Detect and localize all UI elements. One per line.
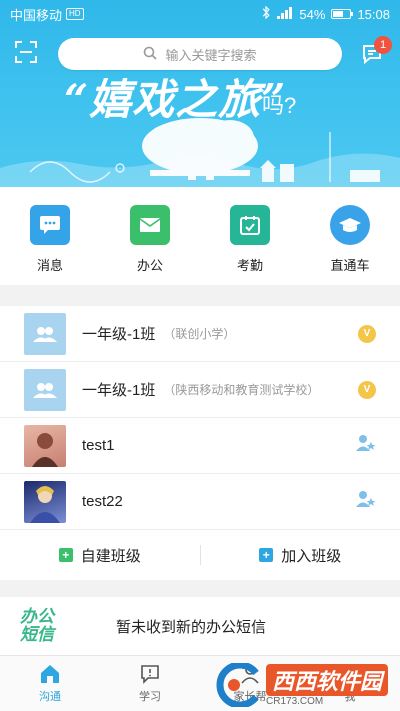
quick-action-label: 办公 bbox=[136, 258, 163, 273]
office-sms-logo: 办公 短信 bbox=[20, 608, 74, 644]
quick-action-office[interactable]: 办公 bbox=[110, 205, 190, 285]
contact-row[interactable]: test1 bbox=[0, 418, 400, 474]
class-actions: + 自建班级 + 加入班级 bbox=[0, 530, 400, 580]
office-sms-logo-line1: 办公 bbox=[20, 607, 54, 626]
vip-badge: V bbox=[358, 324, 376, 343]
class-school: （联创小学） bbox=[163, 327, 236, 341]
create-class-label: 自建班级 bbox=[80, 547, 141, 565]
class-row[interactable]: 一年级-1班 （联创小学） V bbox=[0, 306, 400, 362]
battery-icon bbox=[331, 9, 354, 19]
header-banner: 中国移动 HD 54% 15:08 输入关键字搜索 1 “嬉戏之旅” 吗? bbox=[0, 0, 400, 187]
message-count-badge: 1 bbox=[374, 36, 392, 54]
contact-star-icon[interactable] bbox=[356, 434, 376, 457]
tab-label: 沟通 bbox=[39, 691, 61, 703]
bluetooth-icon bbox=[261, 5, 271, 22]
contact-name: test1 bbox=[82, 437, 115, 454]
join-class-button[interactable]: + 加入班级 bbox=[201, 545, 400, 566]
home-icon bbox=[41, 665, 59, 683]
watermark: 西西软件园 CR173.COM bbox=[212, 663, 389, 707]
class-name: 一年级-1班 bbox=[82, 382, 156, 399]
class-name: 一年级-1班 bbox=[82, 326, 156, 343]
quick-actions: 消息 办公 考勤 直通车 bbox=[0, 187, 400, 285]
office-sms-logo-line2: 短信 bbox=[20, 625, 54, 644]
chat-icon bbox=[30, 205, 70, 245]
chat-bubble-icon bbox=[141, 665, 159, 684]
quick-action-label: 考勤 bbox=[236, 258, 263, 273]
clock-time: 15:08 bbox=[357, 6, 390, 22]
class-group-icon bbox=[24, 368, 66, 411]
quick-action-label: 直通车 bbox=[330, 258, 370, 273]
watermark-title: 西西软件园 bbox=[266, 663, 389, 696]
contact-row[interactable]: test22 bbox=[0, 474, 400, 530]
class-group-icon bbox=[24, 312, 66, 355]
quick-action-attendance[interactable]: 考勤 bbox=[210, 205, 290, 285]
status-bar: 中国移动 HD 54% 15:08 bbox=[0, 0, 400, 28]
create-class-button[interactable]: + 自建班级 bbox=[0, 545, 200, 566]
graduation-cap-icon bbox=[330, 205, 370, 245]
watermark-logo-icon bbox=[216, 663, 259, 707]
office-sms-message: 暂未收到新的办公短信 bbox=[116, 618, 267, 636]
class-list: 一年级-1班 （联创小学） V 一年级-1班 （陕西移动和教育测试学校） V t… bbox=[0, 306, 400, 580]
contact-star-icon[interactable] bbox=[356, 490, 376, 513]
quick-action-label: 消息 bbox=[36, 258, 63, 273]
signal-icon bbox=[277, 6, 293, 22]
calendar-check-icon bbox=[230, 205, 270, 245]
plus-icon: + bbox=[259, 548, 274, 562]
join-class-label: 加入班级 bbox=[281, 547, 342, 565]
carrier-label: 中国移动 bbox=[10, 7, 63, 23]
tab-label: 学习 bbox=[139, 691, 161, 703]
vip-badge: V bbox=[358, 380, 376, 399]
office-sms-card[interactable]: 办公 短信 暂未收到新的办公短信 bbox=[0, 597, 400, 655]
class-row[interactable]: 一年级-1班 （陕西移动和教育测试学校） V bbox=[0, 362, 400, 418]
plus-icon: + bbox=[58, 548, 73, 562]
search-placeholder: 输入关键字搜索 bbox=[165, 47, 257, 63]
mail-icon bbox=[130, 205, 170, 245]
search-icon bbox=[143, 46, 158, 63]
scan-icon[interactable] bbox=[14, 40, 38, 64]
avatar bbox=[24, 480, 66, 523]
watermark-url: CR173.COM bbox=[266, 695, 324, 707]
banner-title: “嬉戏之旅” bbox=[64, 75, 287, 124]
battery-percent: 54% bbox=[299, 6, 326, 22]
quick-action-express[interactable]: 直通车 bbox=[310, 205, 390, 285]
banner-suffix: 吗? bbox=[262, 93, 297, 118]
class-school: （陕西移动和教育测试学校） bbox=[163, 383, 320, 397]
avatar bbox=[24, 424, 66, 467]
tab-study[interactable]: 学习 bbox=[115, 663, 185, 704]
quick-action-messages[interactable]: 消息 bbox=[10, 205, 90, 285]
contact-name: test22 bbox=[82, 493, 123, 510]
hd-badge: HD bbox=[66, 8, 84, 20]
tab-communicate[interactable]: 沟通 bbox=[15, 663, 85, 704]
